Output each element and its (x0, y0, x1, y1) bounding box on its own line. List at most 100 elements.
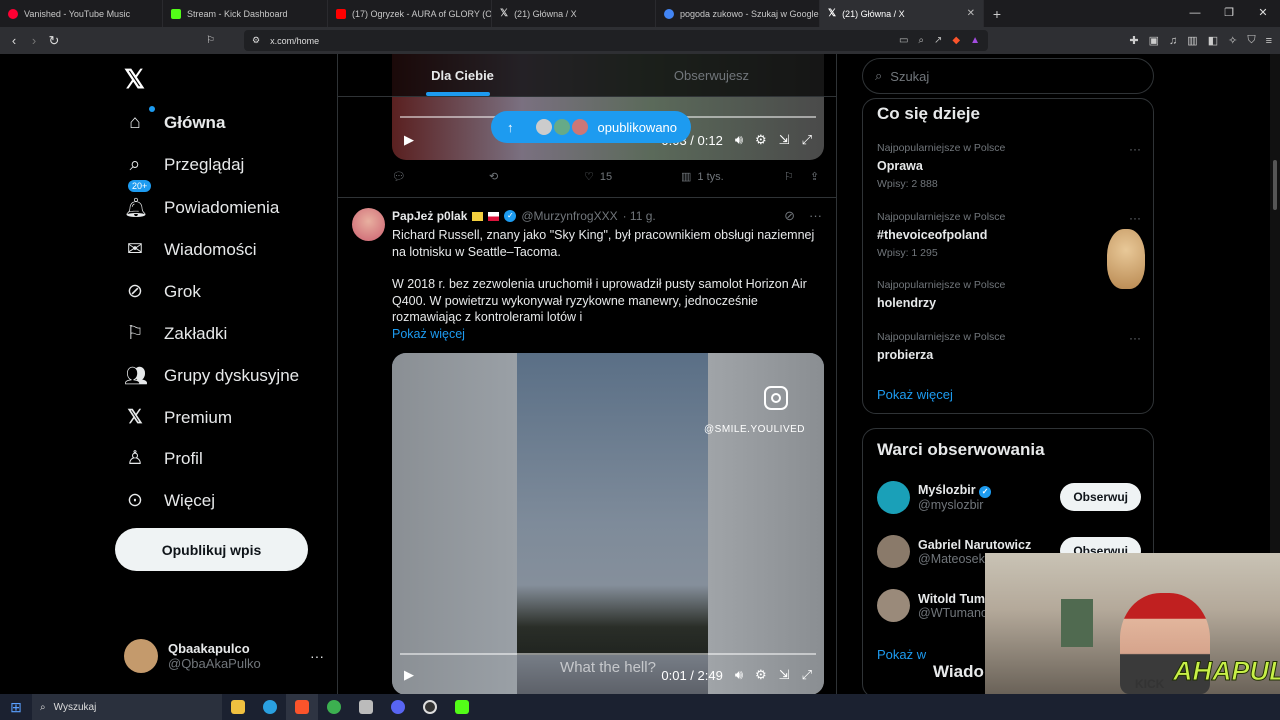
messages-drawer[interactable]: Wiado (920, 654, 990, 692)
site-info-icon[interactable]: ⚙ (252, 35, 260, 46)
windows-start-icon[interactable]: ⊞ (0, 699, 32, 716)
menu-icon[interactable]: ≡ (1266, 35, 1272, 47)
nav-notifications[interactable]: 🔔︎ 20+ Powiadomienia (124, 180, 279, 220)
show-more-link[interactable]: Pokaż więcej (392, 326, 824, 343)
more-icon[interactable]: ··· (1129, 142, 1141, 156)
nav-profile[interactable]: ♙ Profil (124, 447, 202, 470)
avatar (551, 117, 572, 137)
author-handle[interactable]: @MurzynfrogXXX (521, 209, 617, 223)
author-name[interactable]: PapJeż p0lak (392, 209, 467, 223)
file-explorer-icon[interactable] (222, 694, 254, 720)
fullscreen-icon[interactable]: ⤢ (802, 132, 812, 148)
wallet-icon[interactable]: ◧ (1208, 34, 1218, 47)
show-more-link[interactable]: Pokaż w (877, 647, 926, 662)
tab-for-you[interactable]: Dla Ciebie (338, 54, 587, 96)
pip-icon[interactable]: ⇲ (779, 667, 790, 683)
zoom-icon[interactable]: ⌕ (918, 35, 924, 46)
nav-grok[interactable]: ⊘ Grok (124, 280, 201, 303)
taskbar-search[interactable]: ⌕ Wyszukaj (32, 694, 222, 720)
share-icon[interactable]: ↗ (934, 35, 942, 46)
browser-tab-active[interactable]: 𝕏 (21) Główna / X ✕ (820, 0, 984, 27)
post-time[interactable]: · 11 g. (623, 209, 656, 223)
new-posts-pill[interactable]: ↑ opublikowano (491, 111, 692, 143)
nav-bookmarks[interactable]: ⚐ Zakładki (124, 322, 227, 345)
brave-shield-icon[interactable]: ◆ (952, 35, 960, 46)
scroll-thumb[interactable] (1273, 160, 1277, 210)
trend-item[interactable]: Najpopularniejsze w Polsce #thevoiceofpol… (877, 211, 1141, 259)
nav-home[interactable]: ⌂ Główna (124, 106, 226, 134)
minimize-button[interactable]: — (1178, 0, 1212, 27)
tab-following[interactable]: Obserwujesz (587, 54, 836, 96)
nav-label: Główna (164, 113, 226, 132)
play-icon[interactable]: ▶ (404, 667, 414, 683)
browser-tab[interactable]: pogoda zukowo - Szukaj w Google (656, 0, 820, 27)
pip-icon[interactable]: ⇲ (779, 132, 790, 148)
play-icon[interactable]: ▶ (404, 132, 414, 148)
discord-icon[interactable] (382, 694, 414, 720)
search-input[interactable]: ⌕ Szukaj (862, 58, 1154, 94)
follow-suggestion[interactable]: Myślozbir ✓ @myslozbir Obserwuj (877, 481, 1141, 514)
music-icon[interactable]: ♫ (1169, 35, 1177, 47)
edge-icon[interactable] (254, 694, 286, 720)
views-button[interactable]: ▥ 1 tys. (681, 170, 784, 184)
trend-item[interactable]: Najpopularniejsze w Polsce Oprawa Wpisy: 2… (877, 142, 1141, 190)
avatar[interactable] (352, 208, 385, 241)
extensions-icon[interactable]: ✚ (1129, 34, 1138, 47)
x-icon: 𝕏 (500, 8, 509, 19)
browser-tab[interactable]: Vanished - YouTube Music (0, 0, 163, 27)
trend-item[interactable]: Najpopularniejsze w Polsce holendrzy (877, 279, 1141, 310)
share-button[interactable]: ⇪ (810, 170, 819, 183)
browser-tab[interactable]: (17) Ogryzek - AURA of GLORY (Offic (328, 0, 492, 27)
grok-icon[interactable]: ⊘ (784, 208, 795, 224)
more-icon[interactable]: ··· (1129, 331, 1141, 345)
avatar (877, 589, 910, 622)
nav-explore[interactable]: ⌕ Przeglądaj (124, 154, 245, 176)
chrome-icon[interactable] (318, 694, 350, 720)
back-button[interactable]: ‹ (4, 33, 24, 48)
volume-icon[interactable]: 🔊︎ (735, 667, 743, 683)
sidebar-icon[interactable]: ▥ (1187, 34, 1197, 47)
browser-tab[interactable]: Stream - Kick Dashboard (163, 0, 328, 27)
close-icon[interactable]: ✕ (967, 8, 975, 19)
new-tab-button[interactable]: + (984, 6, 1010, 22)
reload-button[interactable]: ↻ (44, 33, 64, 49)
tab-icon[interactable]: ▣ (1149, 34, 1159, 47)
bookmark-button[interactable]: ⚐ (784, 170, 810, 183)
account-switcher[interactable]: Qbaakapulco @QbaAkaPulko ··· (124, 639, 324, 673)
follow-button[interactable]: Obserwuj (1060, 483, 1141, 511)
app-icon[interactable] (350, 694, 382, 720)
browser-tab[interactable]: 𝕏 (21) Główna / X (492, 0, 656, 27)
address-bar[interactable]: ⚐ ⚙ x.com/home ▭ ⌕ ↗ ◆ ▲ (206, 30, 988, 51)
bookmark-icon[interactable]: ⚐ (206, 35, 215, 46)
more-circle-icon: ⊙ (127, 490, 143, 511)
restore-button[interactable]: ❐ (1212, 0, 1246, 27)
obs-icon[interactable] (414, 694, 446, 720)
forward-button[interactable]: › (24, 33, 44, 48)
trend-context: Najpopularniejsze w Polsce (877, 279, 1006, 291)
settings-icon[interactable]: ⚙ (755, 132, 767, 148)
close-window-button[interactable]: ✕ (1246, 0, 1280, 27)
settings-icon[interactable]: ⚙ (755, 667, 767, 683)
kick-icon[interactable] (446, 694, 478, 720)
volume-icon[interactable]: 🔊︎ (735, 132, 743, 148)
nav-more[interactable]: ⊙ Więcej (124, 489, 215, 512)
brave-rewards-icon[interactable]: ▲ (970, 35, 980, 46)
nav-premium[interactable]: 𝕏 Premium (124, 406, 232, 429)
trend-item[interactable]: Najpopularniejsze w Polsce probierza ··· (877, 331, 1141, 362)
post-button[interactable]: Opublikuj wpis (115, 528, 308, 571)
ai-icon[interactable]: ✧ (1228, 34, 1237, 47)
brave-icon[interactable] (286, 694, 318, 720)
nav-messages[interactable]: ✉ Wiadomości (124, 238, 257, 261)
show-more-link[interactable]: Pokaż więcej (877, 387, 953, 402)
reader-icon[interactable]: ▭ (899, 35, 908, 46)
vpn-icon[interactable]: ⛉ (1247, 34, 1255, 47)
nav-communities[interactable]: 👥︎ Grupy dyskusyjne (124, 364, 299, 388)
fullscreen-icon[interactable]: ⤢ (802, 667, 812, 683)
video-player[interactable]: @SMILE.YOULIVED What the hell? ▶ 0:01 / 2… (392, 353, 824, 694)
more-icon[interactable]: ··· (809, 208, 822, 224)
more-icon[interactable]: ··· (1129, 211, 1141, 225)
repost-button[interactable]: ⟲ (489, 170, 584, 183)
x-logo-icon[interactable]: 𝕏 (124, 64, 145, 95)
like-button[interactable]: ♡ 15 (584, 170, 681, 184)
reply-button[interactable]: 💬︎ (392, 170, 489, 183)
